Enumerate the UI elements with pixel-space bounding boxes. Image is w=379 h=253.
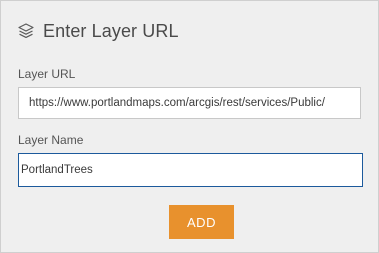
panel-header: Enter Layer URL [17, 19, 179, 43]
layer-name-label: Layer Name [18, 133, 84, 147]
add-button[interactable]: ADD [169, 205, 234, 239]
layer-name-input[interactable] [18, 153, 363, 187]
panel-title: Enter Layer URL [43, 21, 179, 41]
layer-url-input[interactable] [18, 87, 361, 119]
enter-layer-url-panel: Enter Layer URL Layer URL Layer Name ADD [0, 0, 379, 253]
layers-icon [17, 22, 35, 40]
layer-url-label: Layer URL [18, 67, 76, 81]
